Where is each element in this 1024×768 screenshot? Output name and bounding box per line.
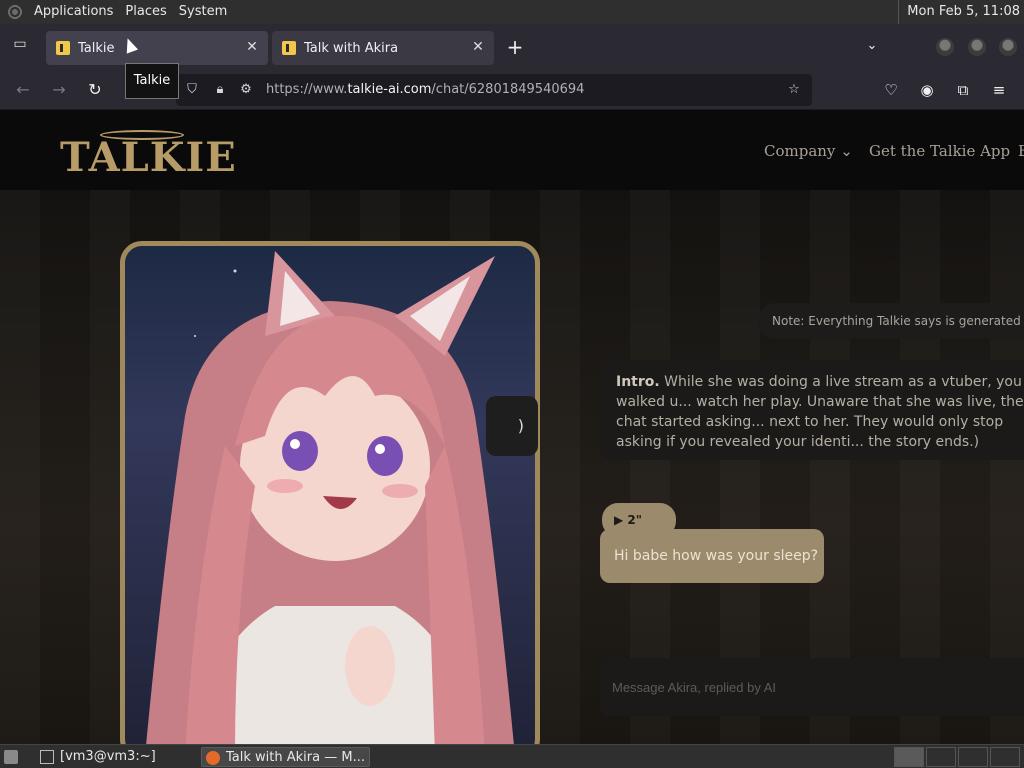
intro-label: Intro. <box>616 374 660 390</box>
bookmark-star-icon[interactable]: ☆ <box>786 82 802 98</box>
character-portrait <box>146 251 514 744</box>
pocket-icon[interactable]: ♡ <box>880 79 902 101</box>
workspace-3[interactable] <box>958 747 988 767</box>
reload-button[interactable]: ↻ <box>84 79 106 101</box>
audio-duration: 2" <box>627 513 643 527</box>
talkie-favicon-icon <box>282 41 296 55</box>
nav-more[interactable]: E <box>1018 142 1024 160</box>
close-tab-icon[interactable]: ✕ <box>244 39 260 55</box>
chat-message: Hi babe how was your sleep? <box>600 529 824 583</box>
nav-company[interactable]: Company ⌄ <box>764 142 853 160</box>
forward-button[interactable]: → <box>48 79 70 101</box>
workspace-4[interactable] <box>990 747 1020 767</box>
account-icon[interactable]: ◉ <box>916 79 938 101</box>
card-collapse-toggle[interactable]: ) <box>486 396 538 456</box>
close-tab-icon[interactable]: ✕ <box>470 39 486 55</box>
gnome-foot-icon[interactable] <box>6 3 24 21</box>
maximize-button[interactable] <box>968 38 986 56</box>
back-button[interactable]: ← <box>12 79 34 101</box>
talkie-favicon-icon <box>56 41 70 55</box>
terminal-icon <box>40 750 54 764</box>
extensions-icon[interactable]: ⧉ <box>952 79 974 101</box>
tab-talk-with-akira[interactable]: Talk with Akira ✕ <box>272 31 494 65</box>
applications-menu[interactable]: Applications <box>28 0 119 24</box>
tab-title: Talkie <box>78 40 115 56</box>
tab-talkie[interactable]: Talkie ✕ <box>46 31 268 65</box>
tab-overview-icon[interactable]: ▭ <box>8 36 32 58</box>
top-panel: Applications Places System Mon Feb 5, 11… <box>0 0 1024 24</box>
new-tab-button[interactable]: + <box>504 36 526 58</box>
list-all-tabs-icon[interactable]: ⌄ <box>862 38 882 56</box>
character-card <box>120 241 540 744</box>
workspace-1[interactable] <box>894 747 924 767</box>
url-text[interactable]: https://www.talkie-ai.com/chat/628018495… <box>266 82 584 97</box>
shield-icon[interactable]: ⛉ <box>184 82 200 98</box>
intro-text: While she was doing a live stream as a v… <box>616 374 1024 450</box>
taskbar-terminal[interactable]: [vm3@vm3:~] <box>36 747 196 767</box>
url-bar[interactable]: ⛉ 🔒︎ ⚙ https://www.talkie-ai.com/chat/62… <box>176 74 812 106</box>
taskbar-firefox-label: Talk with Akira — M... <box>226 750 365 765</box>
close-window-button[interactable] <box>999 38 1017 56</box>
web-page: TALKIE Company ⌄ Get the Talkie App E) … <box>0 110 1024 744</box>
places-menu[interactable]: Places <box>119 0 172 24</box>
taskbar-firefox[interactable]: Talk with Akira — M... <box>201 747 370 767</box>
taskbar-terminal-label: [vm3@vm3:~] <box>60 749 156 764</box>
menu-icon[interactable]: ≡ <box>988 79 1010 101</box>
message-input[interactable] <box>600 658 1024 716</box>
talkie-logo[interactable]: TALKIE <box>60 134 237 181</box>
tab-tooltip: Talkie <box>125 63 179 99</box>
nav-get-app[interactable]: Get the Talkie App <box>869 142 1010 160</box>
system-menu[interactable]: System <box>173 0 233 24</box>
permissions-icon[interactable]: ⚙ <box>238 82 254 98</box>
ai-disclaimer-note: Note: Everything Talkie says is generate… <box>758 303 1024 339</box>
clock[interactable]: Mon Feb 5, 11:08 <box>898 0 1020 24</box>
lock-icon[interactable]: 🔒︎ <box>212 82 228 98</box>
workspace-2[interactable] <box>926 747 956 767</box>
tab-title: Talk with Akira <box>304 40 399 56</box>
show-desktop-icon[interactable] <box>0 747 26 767</box>
bottom-taskbar: [vm3@vm3:~] Talk with Akira — M... <box>0 744 1024 768</box>
firefox-icon <box>206 751 220 765</box>
intro-box: Intro. While she was doing a live stream… <box>600 360 1024 460</box>
minimize-button[interactable] <box>936 38 954 56</box>
